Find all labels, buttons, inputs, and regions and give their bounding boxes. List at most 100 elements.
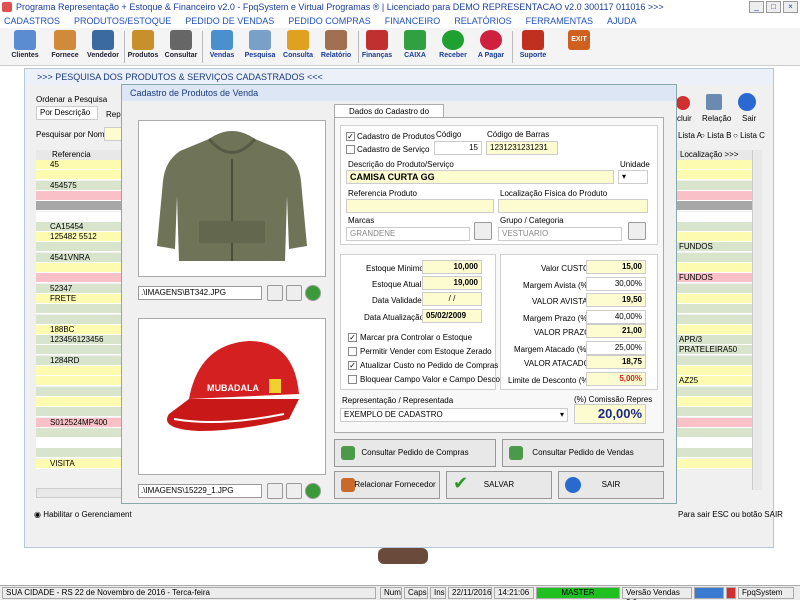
custo-field[interactable]: 15,00: [586, 260, 646, 274]
sair-label[interactable]: Sair: [742, 114, 756, 123]
vendedor-button[interactable]: Vendedor: [84, 30, 122, 64]
margem-prazo-field[interactable]: 40,00%: [586, 310, 646, 324]
table-row-location[interactable]: FUNDOS: [677, 273, 760, 284]
consultar-vendas-button[interactable]: Consultar Pedido de Vendas: [502, 439, 664, 467]
image-2-path[interactable]: .\IMAGENS\15229_1.JPG: [138, 484, 262, 498]
table-row-location[interactable]: APR/3: [677, 335, 760, 346]
table-row-location[interactable]: [677, 283, 760, 294]
table-row[interactable]: 188BC: [36, 324, 125, 335]
table-row[interactable]: 45: [36, 160, 125, 170]
menu-pedido-compras[interactable]: PEDIDO COMPRAS: [288, 14, 371, 28]
table-row-location[interactable]: [677, 438, 760, 449]
table-row-location[interactable]: [677, 263, 760, 273]
estoque-atual-field[interactable]: 19,000: [422, 276, 482, 290]
menu-ferramentas[interactable]: FERRAMENTAS: [526, 14, 593, 28]
table-row[interactable]: CA15454: [36, 221, 125, 232]
order-select[interactable]: Por Descrição: [36, 106, 98, 120]
atacado-field[interactable]: 18,75: [586, 355, 646, 369]
table-row-location[interactable]: [677, 293, 760, 304]
grupo-field[interactable]: VESTUARIO: [498, 227, 622, 241]
table-row[interactable]: [36, 407, 125, 418]
tab-dados-produto[interactable]: Dados do Cadastro do Produto: [334, 104, 444, 129]
table-row-location[interactable]: [677, 211, 760, 222]
table-row-location[interactable]: [677, 324, 760, 335]
receber-button[interactable]: Receber: [434, 30, 472, 64]
table-row-location[interactable]: [677, 427, 760, 438]
margem-avista-field[interactable]: 30,00%: [586, 277, 646, 291]
table-row-location[interactable]: [677, 232, 760, 243]
descricao-field[interactable]: CAMISA CURTA GG: [346, 170, 614, 184]
load-image-icon[interactable]: [305, 285, 321, 301]
desconto-field[interactable]: 5,00%: [586, 372, 646, 386]
financas-button[interactable]: Finanças: [358, 30, 396, 64]
table-row[interactable]: [36, 242, 125, 253]
menu-cadastros[interactable]: CADASTROS: [4, 14, 60, 28]
table-row[interactable]: [36, 366, 125, 376]
lista-b-radio[interactable]: ○ Lista B: [700, 131, 732, 140]
zoom-icon[interactable]: [286, 285, 302, 301]
comissao-field[interactable]: 20,00%: [574, 404, 646, 424]
opt-controlar-estoque[interactable]: ✓: [348, 333, 357, 342]
delete-icon[interactable]: [676, 96, 690, 110]
chk-cadastro-servico[interactable]: [346, 145, 355, 154]
table-row[interactable]: 125482 5512: [36, 232, 125, 243]
chk-cadastro-produtos[interactable]: ✓: [346, 132, 355, 141]
table-row[interactable]: 123456123456: [36, 335, 125, 346]
pesquisa-button[interactable]: Pesquisa: [241, 30, 279, 64]
table-row[interactable]: [36, 263, 125, 273]
table-row-location[interactable]: [677, 160, 760, 170]
codigo-field[interactable]: 15: [434, 141, 482, 155]
col-localizacao[interactable]: Localização >>>: [677, 150, 752, 160]
consultar-compras-button[interactable]: Consultar Pedido de Compras: [334, 439, 496, 467]
validade-field[interactable]: / /: [422, 292, 482, 306]
table-row[interactable]: [36, 170, 125, 181]
table-row[interactable]: [36, 396, 125, 407]
table-row-location[interactable]: [677, 386, 760, 397]
sair-button[interactable]: SAIR: [558, 471, 664, 499]
consultar-button[interactable]: Consultar: [162, 30, 200, 64]
table-row-location[interactable]: [677, 221, 760, 232]
relatorio-button[interactable]: Relatório: [317, 30, 355, 64]
opt-vender-zerado[interactable]: [348, 347, 357, 356]
menu-produtos-estoque[interactable]: PRODUTOS/ESTOQUE: [74, 14, 171, 28]
table-row-location[interactable]: [677, 252, 760, 263]
atualizacao-field[interactable]: 05/02/2009: [422, 309, 482, 323]
suporte-button[interactable]: Suporte: [514, 30, 552, 64]
clientes-button[interactable]: Clientes: [6, 30, 44, 64]
relacionar-fornecedor-button[interactable]: Relacionar Fornecedor: [334, 471, 440, 499]
table-row[interactable]: 4541VNRA: [36, 252, 125, 263]
produtos-button[interactable]: Produtos: [124, 30, 162, 64]
caixa-button[interactable]: CAIXA: [396, 30, 434, 64]
camera-icon[interactable]: [267, 285, 283, 301]
apagar-button[interactable]: A Pagar: [472, 30, 510, 64]
table-row[interactable]: [36, 190, 125, 201]
table-row-location[interactable]: [677, 448, 760, 459]
marcas-search-icon[interactable]: [474, 222, 492, 240]
ref-field[interactable]: [346, 199, 494, 213]
barras-field[interactable]: 1231231231231: [486, 141, 558, 155]
minimize-button[interactable]: _: [749, 1, 764, 13]
marcas-field[interactable]: GRANDENE: [346, 227, 470, 241]
close-button[interactable]: ×: [783, 1, 798, 13]
exit-button[interactable]: EXIT: [560, 30, 598, 64]
lista-c-radio[interactable]: ○ Lista C: [733, 131, 765, 140]
table-row-location[interactable]: [677, 366, 760, 376]
table-row-location[interactable]: [677, 314, 760, 325]
zoom-icon[interactable]: [286, 483, 302, 499]
table-row[interactable]: [36, 448, 125, 459]
fornecedor-button[interactable]: Fornece: [46, 30, 84, 64]
loc-field[interactable]: [498, 199, 648, 213]
consulta-button[interactable]: Consulta: [279, 30, 317, 64]
table-row[interactable]: [36, 273, 125, 284]
search-input[interactable]: [104, 127, 122, 141]
table-row[interactable]: [36, 438, 125, 449]
table-row-location[interactable]: [677, 170, 760, 181]
relacao-icon[interactable]: [706, 94, 722, 110]
table-row-location[interactable]: [677, 417, 760, 428]
table-row[interactable]: S012524MP400: [36, 417, 125, 428]
table-row-location[interactable]: [677, 304, 760, 315]
col-referencia[interactable]: Referencia: [36, 150, 123, 160]
table-row-location[interactable]: [677, 180, 760, 191]
avista-field[interactable]: 19,50: [586, 293, 646, 307]
table-row[interactable]: FRETE: [36, 293, 125, 304]
